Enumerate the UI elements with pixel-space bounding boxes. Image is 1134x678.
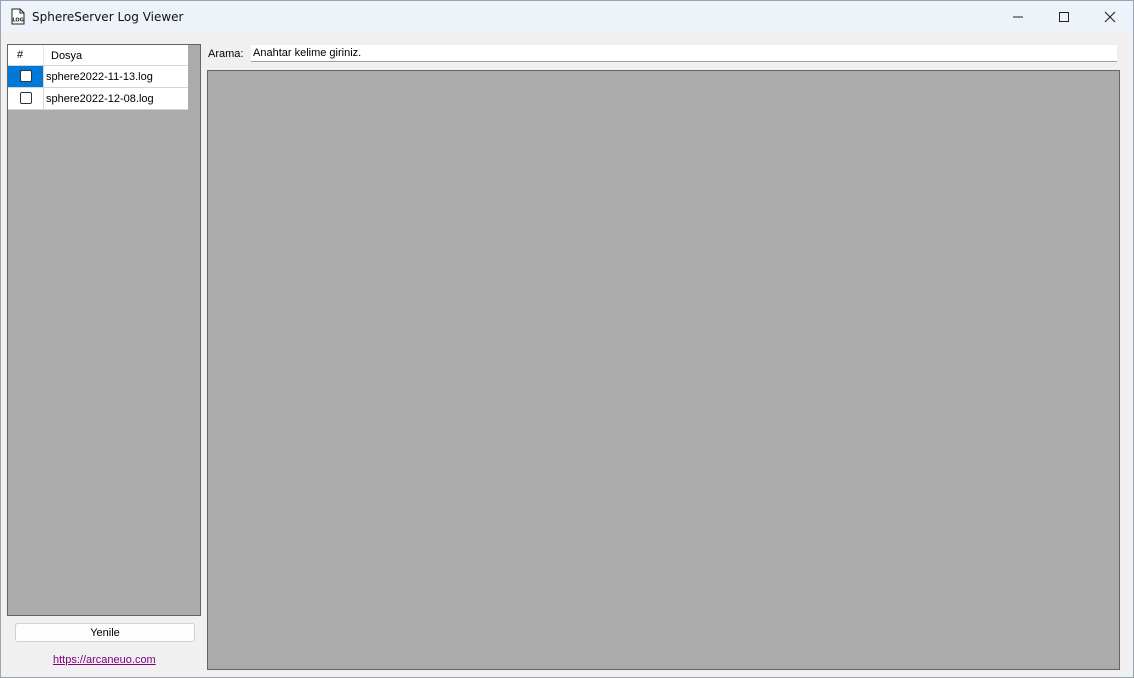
minimize-button[interactable] xyxy=(995,1,1041,32)
maximize-button[interactable] xyxy=(1041,1,1087,32)
website-link[interactable]: https://arcaneuo.com xyxy=(53,654,156,666)
column-header-number[interactable]: # xyxy=(8,45,44,65)
log-content-area[interactable] xyxy=(207,70,1120,670)
column-header-file-label: Dosya xyxy=(51,50,83,62)
file-checkbox[interactable] xyxy=(20,92,32,104)
file-row[interactable]: sphere2022-11-13.log xyxy=(8,66,188,88)
column-header-file[interactable]: Dosya xyxy=(44,45,188,65)
search-input[interactable] xyxy=(251,45,1117,62)
file-checkbox[interactable] xyxy=(20,70,32,82)
file-row[interactable]: sphere2022-12-08.log xyxy=(8,88,188,110)
row-check-cell[interactable] xyxy=(8,88,44,109)
close-button[interactable] xyxy=(1087,1,1133,32)
column-header-number-label: # xyxy=(17,49,24,61)
row-check-cell[interactable] xyxy=(8,66,44,87)
window-title: SphereServer Log Viewer xyxy=(32,10,184,24)
file-name: sphere2022-12-08.log xyxy=(46,93,154,105)
minimize-icon xyxy=(1013,16,1023,17)
list-header: # Dosya xyxy=(8,45,188,66)
file-name: sphere2022-11-13.log xyxy=(46,71,153,83)
log-file-icon: LOG xyxy=(10,8,26,25)
title-bar[interactable]: LOG SphereServer Log Viewer xyxy=(1,1,1133,32)
maximize-icon xyxy=(1059,11,1069,22)
app-window: LOG SphereServer Log Viewer # Dosya sphe… xyxy=(0,0,1134,678)
svg-text:LOG: LOG xyxy=(12,18,23,24)
close-icon xyxy=(1104,11,1116,22)
refresh-button[interactable]: Yenile xyxy=(15,623,195,642)
file-list[interactable]: # Dosya sphere2022-11-13.log sphere2022-… xyxy=(7,44,201,616)
search-label: Arama: xyxy=(208,48,244,60)
